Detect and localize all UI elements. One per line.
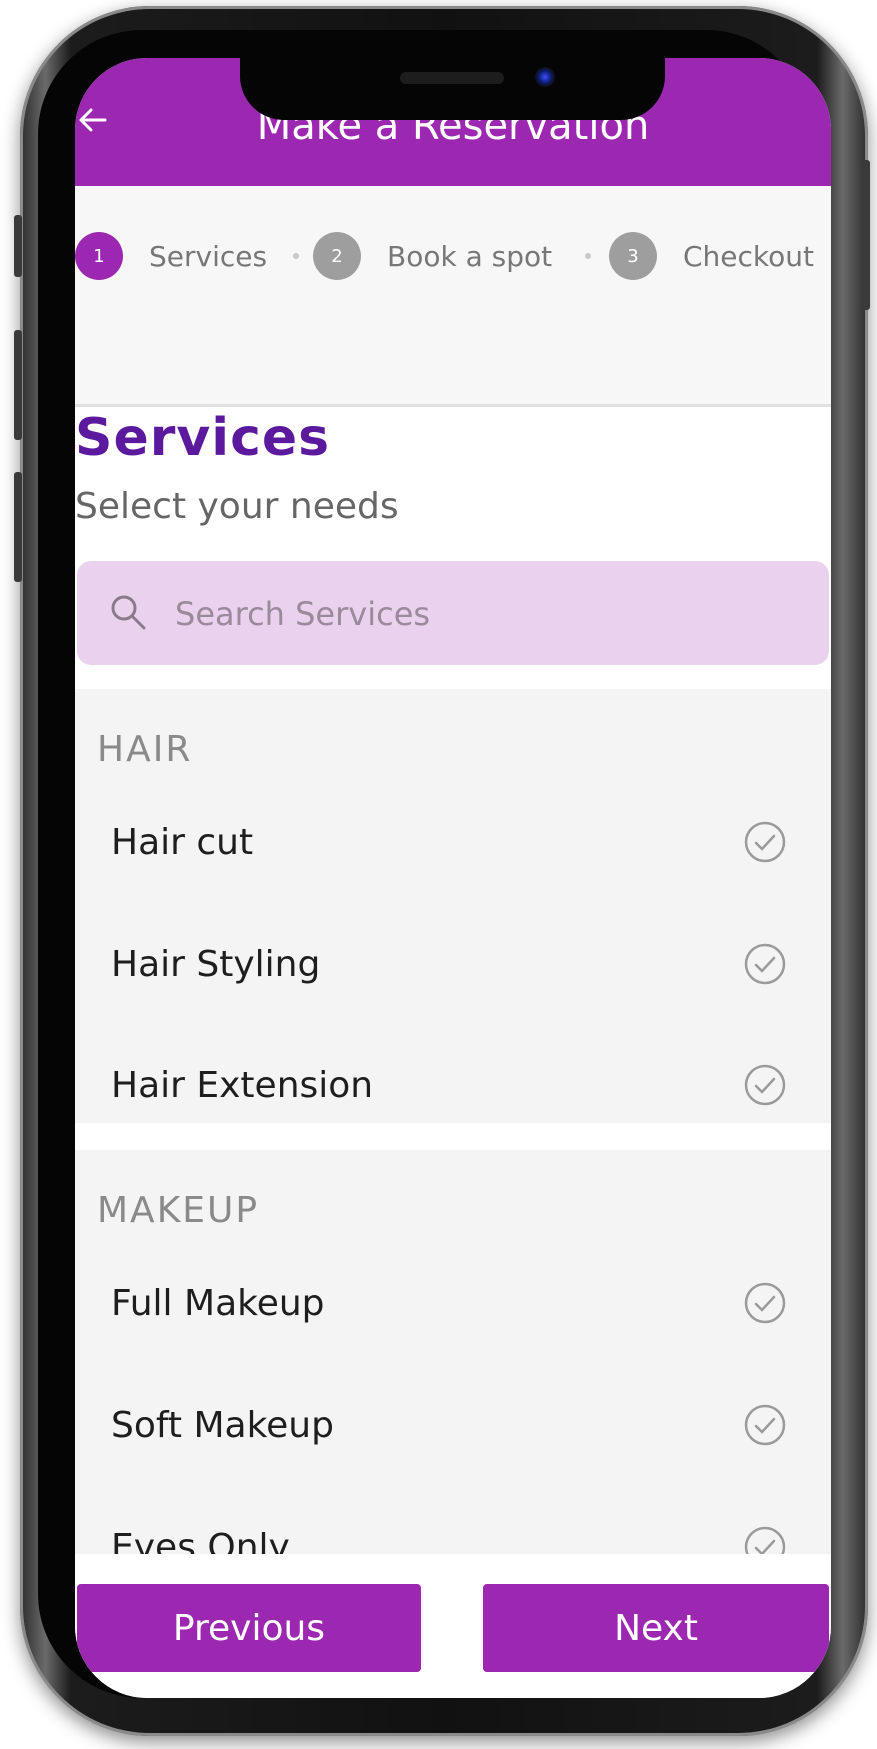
service-group-hair: HAIR Hair cut Hair Styling Hair Extensio… <box>75 689 831 1123</box>
front-camera <box>535 67 555 87</box>
app-screen: Make a Reservation 1 Services 2 Book a s… <box>75 58 831 1698</box>
step-book-a-spot[interactable]: 2 Book a spot <box>313 231 552 281</box>
service-item[interactable]: Hair Extension <box>75 1037 831 1137</box>
service-name: Hair Extension <box>111 1065 374 1106</box>
phone-notch <box>240 58 665 120</box>
step-number-badge: 1 <box>75 232 123 280</box>
service-item[interactable]: Hair cut <box>75 794 831 894</box>
power-button <box>862 160 870 310</box>
section-title: Services <box>75 408 331 468</box>
group-title: MAKEUP <box>97 1190 260 1231</box>
step-label: Checkout <box>683 239 814 273</box>
search-bar[interactable] <box>77 561 829 665</box>
step-separator <box>293 253 299 259</box>
step-separator <box>585 253 591 259</box>
earpiece-speaker <box>400 72 504 84</box>
section-subtitle: Select your needs <box>75 486 399 527</box>
service-item[interactable]: Soft Makeup <box>75 1377 831 1477</box>
step-number-badge: 3 <box>609 232 657 280</box>
step-label: Book a spot <box>387 239 553 273</box>
previous-button[interactable]: Previous <box>77 1584 421 1672</box>
volume-up-button <box>14 330 22 440</box>
search-input[interactable] <box>173 587 797 641</box>
volume-down-button <box>14 472 22 582</box>
service-group-makeup: MAKEUP Full Makeup Soft Makeup Eyes Only <box>75 1150 831 1610</box>
group-title: HAIR <box>97 729 193 770</box>
service-name: Hair cut <box>111 822 254 863</box>
step-label: Services <box>149 239 268 273</box>
check-circle-icon[interactable] <box>743 820 787 864</box>
next-button[interactable]: Next <box>483 1584 829 1672</box>
search-icon <box>111 595 146 630</box>
step-services[interactable]: 1 Services <box>75 231 267 281</box>
reservation-stepper: 1 Services 2 Book a spot 3 Checkout <box>75 186 831 407</box>
check-circle-icon[interactable] <box>743 1403 787 1447</box>
step-number-badge: 2 <box>313 232 361 280</box>
service-name: Hair Styling <box>111 944 321 985</box>
service-name: Full Makeup <box>111 1283 325 1324</box>
service-item[interactable]: Full Makeup <box>75 1255 831 1355</box>
check-circle-icon[interactable] <box>743 1063 787 1107</box>
check-circle-icon[interactable] <box>743 1281 787 1325</box>
silent-switch <box>14 215 22 277</box>
step-checkout[interactable]: 3 Checkout <box>609 231 814 281</box>
service-name: Soft Makeup <box>111 1405 334 1446</box>
service-item[interactable]: Hair Styling <box>75 916 831 1016</box>
check-circle-icon[interactable] <box>743 942 787 986</box>
